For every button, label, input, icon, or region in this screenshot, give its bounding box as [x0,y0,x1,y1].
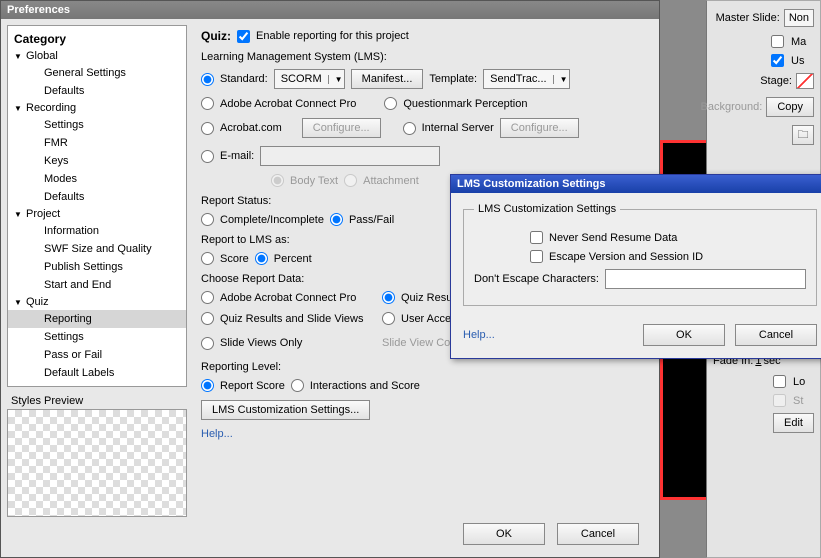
quiz-label: Quiz: [201,29,231,43]
lms-standard-radio[interactable]: Standard: [201,73,268,86]
category-item-defaults[interactable]: Defaults [8,188,186,206]
stage-label: Stage: [760,75,792,87]
body-text-radio: Body Text [271,174,338,187]
category-tree: Category GlobalGeneral SettingsDefaultsR… [7,25,187,387]
ma-checkbox[interactable] [771,35,784,48]
category-group-quiz[interactable]: Quiz [8,294,186,310]
score-radio[interactable]: Score [201,252,249,265]
category-item-swf-size-and-quality[interactable]: SWF Size and Quality [8,240,186,258]
copy-background-button[interactable]: Copy [766,97,814,117]
category-item-start-and-end[interactable]: Start and End [8,276,186,294]
adobe-connect-data-radio[interactable]: Adobe Acrobat Connect Pro [201,291,376,304]
category-group-global[interactable]: Global [8,48,186,64]
quiz-results-radio[interactable]: Quiz Resu [382,291,452,304]
dont-escape-input[interactable] [605,269,806,289]
category-header: Category [8,30,186,48]
adobe-connect-radio[interactable]: Adobe Acrobat Connect Pro [201,97,356,110]
background-label: Background: [701,101,763,113]
configure-server-button: Configure... [500,118,579,138]
help-link[interactable]: Help... [201,428,233,440]
category-group-recording[interactable]: Recording [8,100,186,116]
enable-reporting-checkbox[interactable]: Enable reporting for this project [237,30,409,43]
configure-acrobat-button: Configure... [302,118,381,138]
never-send-checkbox[interactable]: Never Send Resume Data [530,231,677,244]
template-combo[interactable]: SendTrac...▼ [483,69,569,89]
report-score-radio[interactable]: Report Score [201,379,285,392]
category-item-general-settings[interactable]: General Settings [8,64,186,82]
window-title: Preferences [1,1,659,19]
category-item-default-labels[interactable]: Default Labels [8,364,186,382]
category-item-information[interactable]: Information [8,222,186,240]
dialog-title: LMS Customization Settings [451,175,821,193]
category-item-publish-settings[interactable]: Publish Settings [8,258,186,276]
category-item-settings[interactable]: Settings [8,328,186,346]
slide-views-only-radio[interactable]: Slide Views Only [201,337,376,350]
percent-radio[interactable]: Percent [255,252,312,265]
email-radio[interactable]: E-mail: [201,150,254,163]
quiz-slide-views-radio[interactable]: Quiz Results and Slide Views [201,312,376,325]
category-item-pass-or-fail[interactable]: Pass or Fail [8,346,186,364]
styles-preview-label: Styles Preview [7,393,187,409]
manifest-button[interactable]: Manifest... [351,69,424,89]
category-group-project[interactable]: Project [8,206,186,222]
fieldset-legend: LMS Customization Settings [474,203,620,215]
internal-server-radio[interactable]: Internal Server [403,122,494,135]
lms-customization-button[interactable]: LMS Customization Settings... [201,400,370,420]
lo-checkbox[interactable] [773,375,786,388]
dialog-cancel-button[interactable]: Cancel [735,324,817,346]
questionmark-radio[interactable]: Questionmark Perception [384,97,527,110]
category-item-defaults[interactable]: Defaults [8,82,186,100]
email-input [260,146,440,166]
category-item-keys[interactable]: Keys [8,152,186,170]
pass-fail-radio[interactable]: Pass/Fail [330,213,394,226]
lms-heading: Learning Management System (LMS): [201,51,645,63]
dialog-help-link[interactable]: Help... [463,329,495,341]
complete-incomplete-radio[interactable]: Complete/Incomplete [201,213,324,226]
styles-preview-grid [7,409,187,517]
edit-button[interactable]: Edit [773,413,814,433]
category-item-reporting[interactable]: Reporting [8,310,186,328]
dialog-ok-button[interactable]: OK [643,324,725,346]
master-slide-label: Master Slide: [716,12,780,24]
category-item-modes[interactable]: Modes [8,170,186,188]
ok-button[interactable]: OK [463,523,545,545]
lms-standard-combo[interactable]: SCORM▼ [274,69,345,89]
folder-icon[interactable]: 🗀 [792,125,814,145]
master-slide-combo[interactable]: Non [784,9,814,27]
category-item-settings[interactable]: Settings [8,116,186,134]
template-label: Template: [429,73,477,85]
acrobat-com-radio[interactable]: Acrobat.com [201,122,282,135]
us-checkbox[interactable] [771,54,784,67]
st-checkbox [773,394,786,407]
reporting-level-label: Reporting Level: [201,361,645,373]
lms-customization-fieldset: LMS Customization Settings Never Send Re… [463,203,817,306]
cancel-button[interactable]: Cancel [557,523,639,545]
lms-customization-dialog: LMS Customization Settings LMS Customiza… [450,174,821,359]
interactions-score-radio[interactable]: Interactions and Score [291,379,420,392]
category-item-fmr[interactable]: FMR [8,134,186,152]
escape-version-checkbox[interactable]: Escape Version and Session ID [530,250,703,263]
attachment-radio: Attachment [344,174,419,187]
stage-color-swatch[interactable] [796,73,814,89]
dont-escape-label: Don't Escape Characters: [474,273,599,285]
